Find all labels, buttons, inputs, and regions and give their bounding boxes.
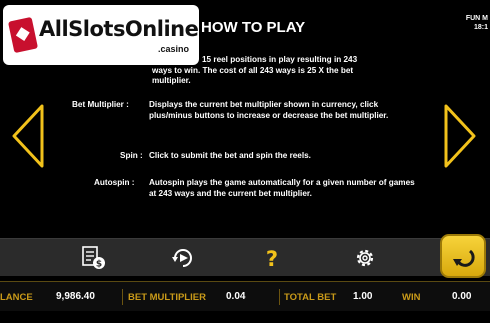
divider [122,289,123,305]
chevron-right-icon [444,104,476,168]
clock-text: 18:1 [473,24,488,31]
paytable-icon[interactable]: $ [80,246,106,270]
next-page-button[interactable] [440,103,480,169]
help-label: Spin : [120,151,143,160]
settings-icon[interactable] [352,246,378,270]
balance-value: 9,986.40 [56,291,95,302]
svg-text:$: $ [96,260,102,270]
mode-text: FUN M [465,15,488,22]
back-button[interactable] [440,234,486,278]
bottom-strip [0,311,490,323]
help-text: Click to submit the bet and spin the ree… [149,151,311,160]
back-arrow-icon [453,249,475,267]
divider [279,289,280,305]
ways-description: 15 reel positions in play resulting in 2… [82,55,422,87]
total-bet-label: TOTAL BET [284,292,337,303]
ways-line-2: ways to win. The cost of all 243 ways is… [152,65,354,75]
help-label: Bet Multiplier : [72,100,129,109]
help-label: Autospin : [94,178,135,187]
page-title: HOW TO PLAY [201,19,306,36]
balance-label: LANCE [0,292,33,303]
help-text: Autospin plays the game automatically fo… [149,178,415,198]
ways-line-3: multiplier. [152,76,191,85]
status-bar: LANCE 9,986.40 BET MULTIPLIER 0.04 TOTAL… [0,281,490,311]
help-glyph: ? [266,247,278,270]
corner-info: FUN M 18:1 [466,14,488,32]
ways-line-1: 15 reel positions in play resulting in 2… [202,55,358,64]
help-text: Displays the current bet multiplier show… [149,100,389,120]
bottom-toolbar: $ ? [0,238,490,276]
diamond-card-icon [7,16,39,54]
total-bet-value: 1.00 [353,291,373,302]
help-icon[interactable]: ? [259,246,285,270]
previous-page-button[interactable] [8,103,48,169]
bet-multiplier-value: 0.04 [226,291,246,302]
autospin-icon[interactable] [170,246,196,270]
bet-multiplier-label: BET MULTIPLIER [128,292,206,303]
win-label: WIN [402,292,421,303]
logo-subtext: .casino [158,44,190,54]
win-value: 0.00 [452,291,472,302]
logo-text: AllSlotsOnline [39,17,199,41]
chevron-left-icon [12,104,44,168]
